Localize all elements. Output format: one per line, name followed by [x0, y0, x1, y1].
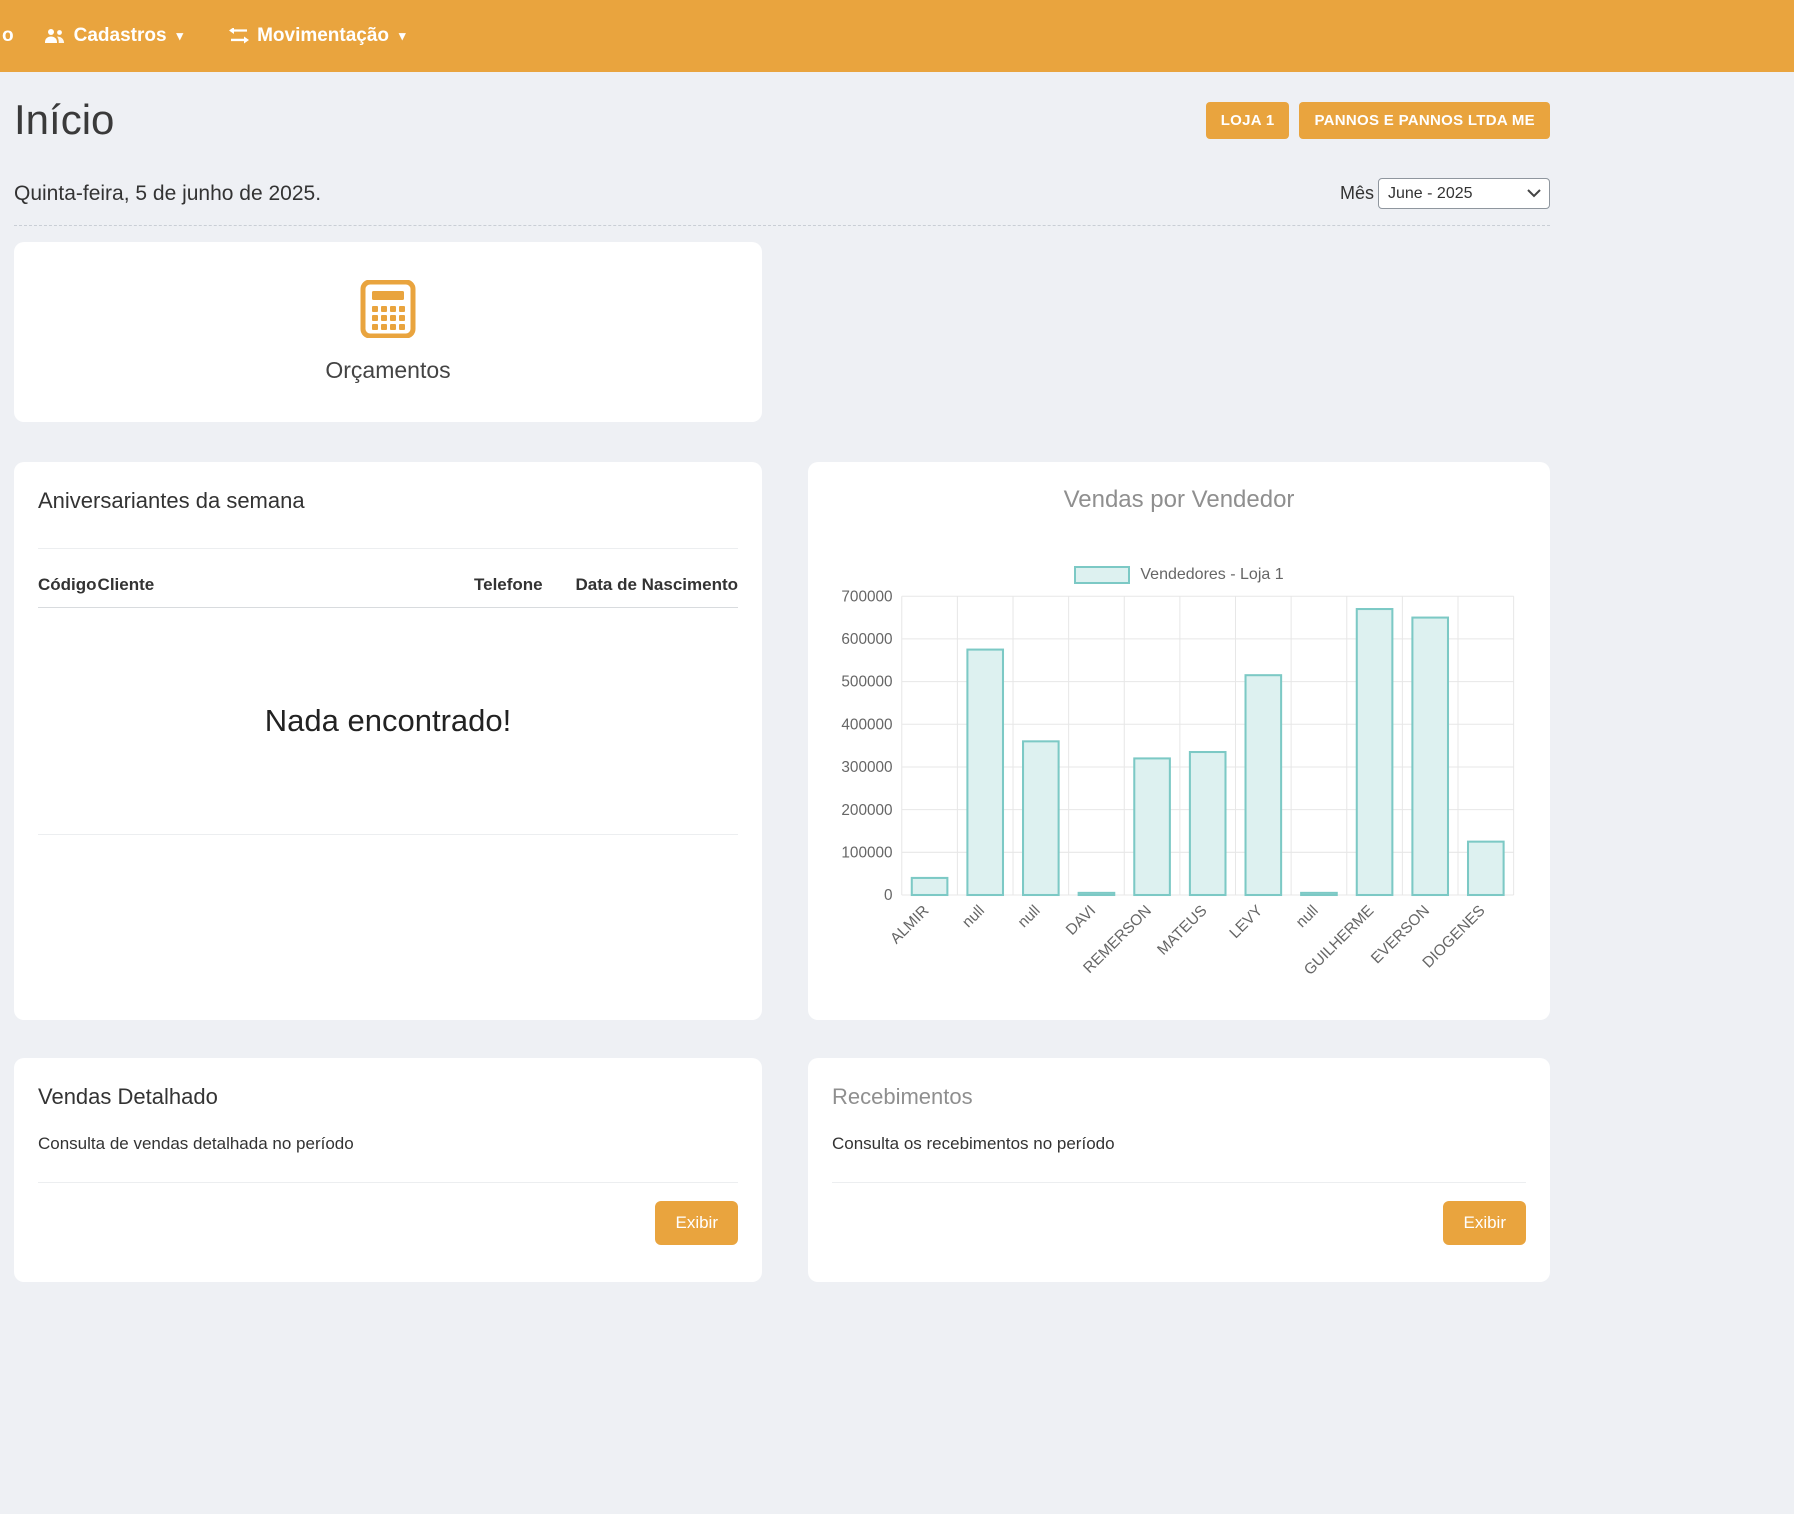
svg-text:600000: 600000: [841, 631, 892, 648]
nav-item-cadastros[interactable]: Cadastros ▾: [44, 25, 183, 47]
exchange-arrows-icon: [229, 28, 249, 44]
nav-item-movimentacao[interactable]: Movimentação ▾: [229, 25, 406, 47]
orcamentos-tile[interactable]: Orçamentos: [14, 242, 762, 422]
legend-swatch-icon: [1074, 566, 1130, 584]
svg-text:LEVY: LEVY: [1226, 902, 1266, 942]
svg-text:400000: 400000: [841, 716, 892, 733]
month-filter: Mês June - 2025: [1340, 178, 1550, 209]
svg-text:ALMIR: ALMIR: [887, 902, 932, 947]
svg-text:null: null: [1015, 902, 1044, 931]
sales-chart-card: Vendas por Vendedor Vendedores - Loja 1 …: [808, 462, 1550, 1020]
caret-down-icon: ▾: [399, 28, 406, 44]
calculator-icon: [359, 280, 417, 343]
svg-text:100000: 100000: [841, 844, 892, 861]
svg-text:700000: 700000: [841, 588, 892, 605]
card-footer: Exibir: [832, 1183, 1526, 1262]
recebimentos-title: Recebimentos: [832, 1084, 1526, 1110]
svg-text:0: 0: [884, 887, 893, 904]
column-cliente: Cliente: [98, 575, 474, 595]
legend-label: Vendedores - Loja 1: [1140, 566, 1283, 584]
loja-1-button[interactable]: LOJA 1: [1206, 102, 1290, 139]
vendas-detalhado-description: Consulta de vendas detalhada no período: [38, 1134, 738, 1154]
column-codigo: Código: [38, 575, 97, 595]
vendas-detalhado-card: Vendas Detalhado Consulta de vendas deta…: [14, 1058, 762, 1282]
recebimentos-card: Recebimentos Consulta os recebimentos no…: [808, 1058, 1550, 1282]
svg-text:null: null: [1293, 902, 1322, 931]
empty-state-message: Nada encontrado!: [38, 608, 738, 834]
month-select[interactable]: June - 2025: [1378, 178, 1550, 209]
recebimentos-description: Consulta os recebimentos no período: [832, 1134, 1526, 1154]
birthdays-table-header: Código Cliente Telefone Data de Nascimen…: [38, 575, 738, 608]
chevron-down-icon: [1527, 185, 1541, 203]
birthdays-card: Aniversariantes da semana Código Cliente…: [14, 462, 762, 1020]
store-buttons: LOJA 1 PANNOS E PANNOS LTDA ME: [1206, 102, 1550, 139]
top-navbar: o Cadastros ▾ Movimentação ▾: [0, 0, 1794, 72]
column-data-nascimento: Data de Nascimento: [566, 575, 738, 595]
exibir-vendas-button[interactable]: Exibir: [655, 1201, 738, 1245]
vendas-detalhado-title: Vendas Detalhado: [38, 1084, 738, 1110]
svg-text:500000: 500000: [841, 674, 892, 691]
date-row: Quinta-feira, 5 de junho de 2025. Mês Ju…: [14, 178, 1550, 226]
main-container: Início LOJA 1 PANNOS E PANNOS LTDA ME Qu…: [14, 96, 1550, 1282]
page-header: Início LOJA 1 PANNOS E PANNOS LTDA ME: [14, 96, 1550, 144]
svg-text:300000: 300000: [841, 759, 892, 776]
users-icon: [44, 28, 66, 44]
svg-text:null: null: [959, 902, 988, 931]
column-telefone: Telefone: [474, 575, 566, 595]
month-select-value: June - 2025: [1388, 185, 1473, 203]
caret-down-icon: ▾: [177, 28, 184, 44]
page-title: Início: [14, 96, 114, 144]
birthdays-title: Aniversariantes da semana: [38, 488, 738, 514]
orcamentos-label: Orçamentos: [325, 357, 450, 384]
nav-item-label: Movimentação: [257, 25, 389, 47]
month-label: Mês: [1340, 183, 1374, 204]
divider: [38, 834, 738, 835]
svg-text:MATEUS: MATEUS: [1154, 902, 1210, 958]
card-footer: Exibir: [38, 1183, 738, 1262]
sales-chart-canvas: 0 100000 200000 300000 400000 500000 600000 700…: [824, 586, 1534, 1016]
chart-legend[interactable]: Vendedores - Loja 1: [824, 566, 1534, 584]
svg-text:DAVI: DAVI: [1063, 902, 1100, 939]
nav-item-label: Cadastros: [74, 25, 167, 47]
divider: [38, 548, 738, 549]
svg-text:200000: 200000: [841, 802, 892, 819]
current-date: Quinta-feira, 5 de junho de 2025.: [14, 182, 321, 206]
nav-item-inicio-partial[interactable]: o: [2, 25, 14, 47]
company-button[interactable]: PANNOS E PANNOS LTDA ME: [1299, 102, 1550, 139]
exibir-recebimentos-button[interactable]: Exibir: [1443, 1201, 1526, 1245]
sales-chart-title: Vendas por Vendedor: [824, 486, 1534, 514]
